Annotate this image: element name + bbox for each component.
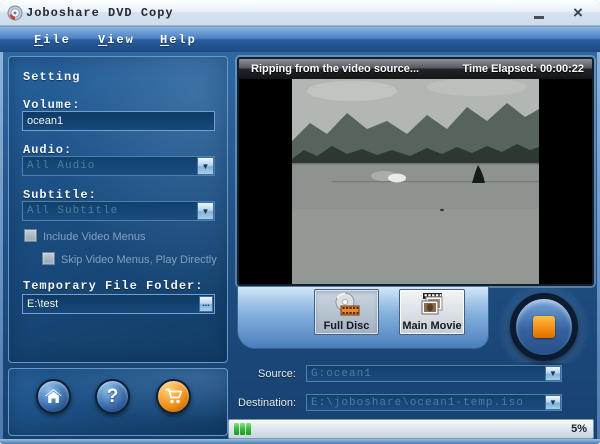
stop-icon: [533, 316, 555, 338]
title-bar[interactable]: Joboshare DVD Copy ×: [0, 0, 600, 26]
subtitle-combo-value: All Subtitle: [27, 205, 119, 217]
temp-folder-input[interactable]: [22, 294, 215, 314]
ellipsis-icon: ...: [202, 298, 210, 308]
cart-icon: [164, 388, 182, 404]
destination-label: Destination:: [238, 397, 297, 409]
source-label: Source:: [258, 368, 296, 380]
buy-button[interactable]: [156, 379, 191, 414]
skip-menus-label: Skip Video Menus, Play Directly: [61, 254, 217, 266]
help-button[interactable]: ?: [95, 379, 130, 414]
browse-button[interactable]: ...: [199, 296, 213, 312]
window-bottom-edge: [0, 439, 600, 444]
full-disc-button[interactable]: Full Disc: [314, 289, 379, 335]
audio-combo-arrow-button[interactable]: ▼: [197, 157, 214, 175]
main-movie-button[interactable]: Main Movie: [399, 289, 465, 335]
time-elapsed-value: 00:00:22: [539, 63, 584, 75]
progress-segment: [240, 423, 245, 435]
destination-combobox[interactable]: E:\joboshare\ocean1-temp.iso ▼: [306, 394, 562, 411]
preview-status-text: Ripping from the video source...: [251, 63, 420, 75]
window-left-edge: [0, 52, 3, 444]
progress-percent: 5%: [571, 423, 587, 435]
temp-folder-label: Temporary File Folder:: [23, 279, 204, 293]
app-window: Joboshare DVD Copy × File View Help Sett…: [0, 0, 600, 444]
destination-value: E:\joboshare\ocean1-temp.iso: [311, 397, 524, 409]
audio-combo-value: All Audio: [27, 160, 96, 172]
home-button[interactable]: [36, 379, 71, 414]
film-icon: [421, 293, 443, 315]
include-menus-label: Include Video Menus: [43, 231, 146, 243]
close-button[interactable]: ×: [566, 2, 590, 24]
chevron-down-icon: ▼: [201, 207, 210, 216]
volume-input[interactable]: [22, 111, 215, 131]
close-icon: ×: [573, 3, 583, 22]
full-disc-label: Full Disc: [323, 320, 370, 332]
settings-heading: Setting: [23, 70, 81, 84]
source-combo-arrow-button[interactable]: ▼: [545, 366, 561, 381]
question-mark-icon: ?: [106, 385, 119, 407]
minimize-icon: [534, 16, 544, 19]
video-area: [239, 79, 592, 284]
time-elapsed: Time Elapsed: 00:00:22: [463, 63, 585, 75]
progress-segment: [246, 423, 251, 435]
include-menus-checkbox[interactable]: [24, 229, 37, 242]
app-icon: [7, 5, 23, 21]
preview-header: Ripping from the video source... Time El…: [239, 59, 592, 79]
main-movie-label: Main Movie: [402, 320, 462, 332]
audio-label: Audio:: [23, 143, 73, 157]
progress-segment: [234, 423, 239, 435]
skip-menus-checkbox[interactable]: [42, 252, 55, 265]
menu-item-view[interactable]: View: [98, 33, 135, 47]
source-combobox[interactable]: G:ocean1 ▼: [306, 365, 562, 382]
chevron-down-icon: ▼: [201, 162, 210, 171]
progress-bar: 5%: [228, 419, 594, 439]
subtitle-label: Subtitle:: [23, 188, 97, 202]
stop-button[interactable]: [510, 293, 578, 361]
time-elapsed-label: Time Elapsed:: [462, 63, 537, 75]
home-icon: [45, 389, 62, 403]
minimize-button[interactable]: [528, 3, 550, 23]
destination-combo-arrow-button[interactable]: ▼: [545, 395, 561, 410]
disc-icon: [335, 292, 359, 316]
subtitle-combobox[interactable]: All Subtitle ▼: [22, 201, 215, 221]
audio-combobox[interactable]: All Audio ▼: [22, 156, 215, 176]
menu-item-help[interactable]: Help: [160, 33, 197, 47]
menu-bar: File View Help: [0, 26, 600, 52]
volume-label: Volume:: [23, 98, 81, 112]
subtitle-combo-arrow-button[interactable]: ▼: [197, 202, 214, 220]
chevron-down-icon: ▼: [549, 369, 557, 378]
menu-item-file[interactable]: File: [34, 33, 71, 47]
preview-panel: Ripping from the video source... Time El…: [237, 57, 594, 286]
chevron-down-icon: ▼: [549, 398, 557, 407]
video-scene: [292, 79, 539, 284]
window-title: Joboshare DVD Copy: [26, 6, 174, 20]
source-value: G:ocean1: [311, 368, 372, 380]
